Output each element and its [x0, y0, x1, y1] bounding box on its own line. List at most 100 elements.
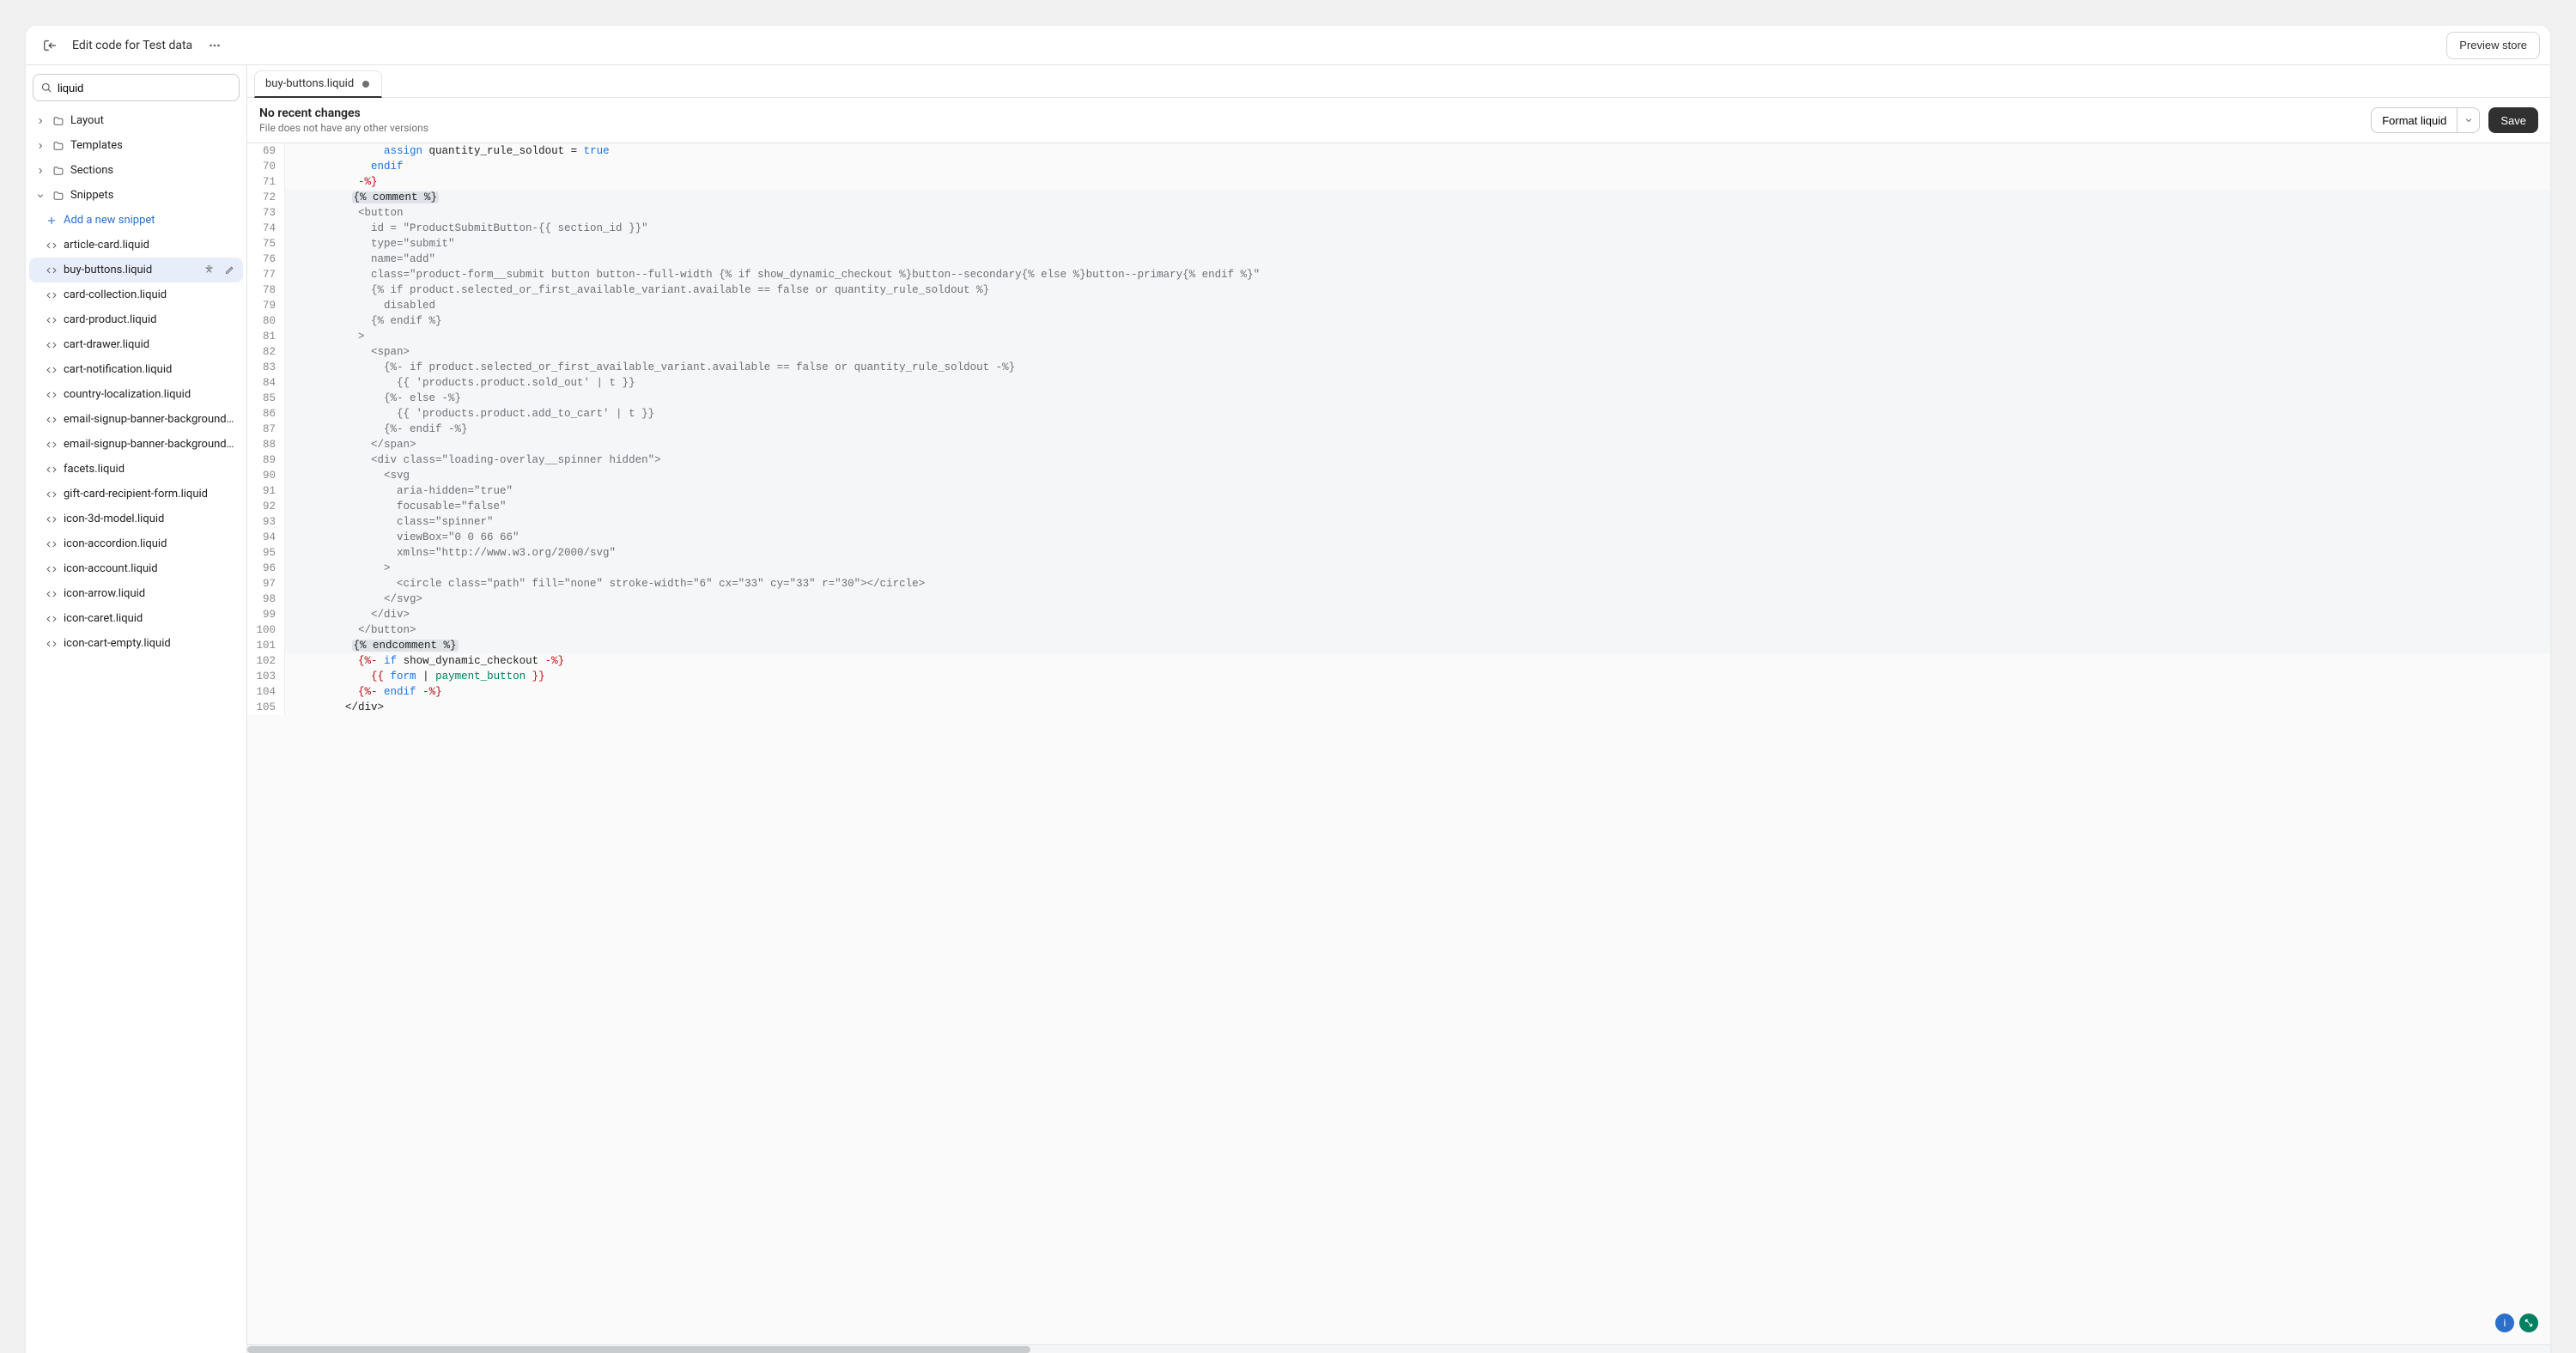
file-row-actions: [200, 262, 238, 279]
code-line[interactable]: 88 </span>: [247, 437, 2550, 452]
code-line[interactable]: 72 {% comment %}: [247, 190, 2550, 205]
save-button[interactable]: Save: [2488, 107, 2538, 133]
horizontal-scrollbar[interactable]: [247, 1344, 2550, 1353]
more-menu-button[interactable]: [201, 32, 228, 59]
app-window: Edit code for Test data Preview store: [26, 26, 2550, 1353]
chevron-right-icon: [34, 142, 46, 150]
search-box[interactable]: [33, 74, 240, 101]
line-number: 87: [247, 422, 285, 437]
code-line[interactable]: 92 focusable="false": [247, 499, 2550, 514]
file-icon-account-liquid[interactable]: icon-account.liquid: [29, 556, 243, 581]
editor-expand-button[interactable]: [2519, 1314, 2538, 1332]
code-line[interactable]: 91 aria-hidden="true": [247, 483, 2550, 499]
file-label: icon-caret.liquid: [64, 612, 238, 625]
code-line[interactable]: 86 {{ 'products.product.add_to_cart' | t…: [247, 406, 2550, 422]
file-facets-liquid[interactable]: facets.liquid: [29, 457, 243, 482]
code-line[interactable]: 95 xmlns="http://www.w3.org/2000/svg": [247, 545, 2550, 561]
code-line[interactable]: 73 <button: [247, 205, 2550, 221]
folder-sections[interactable]: Sections: [29, 158, 243, 183]
line-number: 97: [247, 576, 285, 592]
code-line[interactable]: 76 name="add": [247, 252, 2550, 267]
code-line[interactable]: 84 {{ 'products.product.sold_out' | t }}: [247, 375, 2550, 391]
file-article-card-liquid[interactable]: article-card.liquid: [29, 233, 243, 258]
code-line[interactable]: 94 viewBox="0 0 66 66": [247, 530, 2550, 545]
folder-layout[interactable]: Layout: [29, 108, 243, 133]
code-line[interactable]: 97 <circle class="path" fill="none" stro…: [247, 576, 2550, 592]
line-number: 73: [247, 205, 285, 221]
code-line[interactable]: 71 -%}: [247, 174, 2550, 190]
file-email-signup-banner-background-[interactable]: email-signup-banner-background…: [29, 407, 243, 432]
editor-wrap: 69 assign quantity_rule_soldout = true70…: [247, 143, 2550, 1344]
code-line[interactable]: 80 {% endif %}: [247, 313, 2550, 329]
format-liquid-dropdown[interactable]: [2458, 107, 2480, 133]
code-line[interactable]: 87 {%- endif -%}: [247, 422, 2550, 437]
exit-button[interactable]: [36, 32, 64, 59]
preview-store-button[interactable]: Preview store: [2446, 32, 2540, 59]
file-label: facets.liquid: [64, 463, 238, 476]
code-line[interactable]: 104 {%- endif -%}: [247, 684, 2550, 700]
file-gift-card-recipient-form-liquid[interactable]: gift-card-recipient-form.liquid: [29, 482, 243, 507]
doc-header-subtitle: File does not have any other versions: [259, 122, 2362, 134]
code-line[interactable]: 101 {% endcomment %}: [247, 638, 2550, 653]
folder-templates[interactable]: Templates: [29, 133, 243, 158]
tab-buy-buttons[interactable]: buy-buttons.liquid: [254, 70, 382, 98]
line-number: 70: [247, 159, 285, 174]
file-icon-arrow-liquid[interactable]: icon-arrow.liquid: [29, 581, 243, 606]
editor-info-button[interactable]: i: [2495, 1314, 2514, 1332]
add-snippet-label: Add a new snippet: [64, 214, 238, 227]
file-icon-accordion-liquid[interactable]: icon-accordion.liquid: [29, 531, 243, 556]
code-file-icon: [45, 389, 58, 401]
code-line[interactable]: 83 {%- if product.selected_or_first_avai…: [247, 360, 2550, 375]
rename-file-button[interactable]: [221, 262, 238, 279]
code-line[interactable]: 100 </button>: [247, 622, 2550, 638]
file-tree[interactable]: LayoutTemplatesSectionsSnippets Add a ne…: [26, 108, 246, 1353]
file-card-product-liquid[interactable]: card-product.liquid: [29, 307, 243, 332]
code-line[interactable]: 79 disabled: [247, 298, 2550, 313]
code-line[interactable]: 96 >: [247, 561, 2550, 576]
code-file-icon: [45, 513, 58, 525]
code-line[interactable]: 93 class="spinner": [247, 514, 2550, 530]
code-line[interactable]: 70 endif: [247, 159, 2550, 174]
code-file-icon: [45, 488, 58, 501]
code-line[interactable]: 105 </div>: [247, 700, 2550, 715]
scrollbar-thumb[interactable]: [247, 1346, 1030, 1353]
code-line[interactable]: 102 {%- if show_dynamic_checkout -%}: [247, 653, 2550, 669]
file-card-collection-liquid[interactable]: card-collection.liquid: [29, 282, 243, 307]
code-line[interactable]: 81 >: [247, 329, 2550, 344]
line-number: 104: [247, 684, 285, 700]
code-line[interactable]: 103 {{ form | payment_button }}: [247, 669, 2550, 684]
file-label: gift-card-recipient-form.liquid: [64, 488, 238, 501]
code-line[interactable]: 78 {% if product.selected_or_first_avail…: [247, 282, 2550, 298]
code-line[interactable]: 69 assign quantity_rule_soldout = true: [247, 143, 2550, 159]
delete-file-button[interactable]: [200, 262, 217, 279]
file-icon-3d-model-liquid[interactable]: icon-3d-model.liquid: [29, 507, 243, 531]
file-label: country-localization.liquid: [64, 388, 238, 401]
code-line[interactable]: 75 type="submit": [247, 236, 2550, 252]
search-input[interactable]: [58, 82, 232, 94]
format-liquid-button[interactable]: Format liquid: [2371, 107, 2458, 133]
file-icon-cart-empty-liquid[interactable]: icon-cart-empty.liquid: [29, 631, 243, 656]
code-editor[interactable]: 69 assign quantity_rule_soldout = true70…: [247, 143, 2550, 1344]
code-line[interactable]: 85 {%- else -%}: [247, 391, 2550, 406]
code-line[interactable]: 99 </div>: [247, 607, 2550, 622]
line-number: 92: [247, 499, 285, 514]
file-cart-notification-liquid[interactable]: cart-notification.liquid: [29, 357, 243, 382]
code-line[interactable]: 90 <svg: [247, 468, 2550, 483]
code-line[interactable]: 98 </svg>: [247, 592, 2550, 607]
line-number: 90: [247, 468, 285, 483]
file-country-localization-liquid[interactable]: country-localization.liquid: [29, 382, 243, 407]
line-number: 91: [247, 483, 285, 499]
folder-snippets[interactable]: Snippets: [29, 183, 243, 208]
file-icon-caret-liquid[interactable]: icon-caret.liquid: [29, 606, 243, 631]
file-buy-buttons-liquid[interactable]: buy-buttons.liquid: [29, 258, 243, 282]
code-file-icon: [45, 414, 58, 426]
code-line[interactable]: 82 <span>: [247, 344, 2550, 360]
code-line[interactable]: 89 <div class="loading-overlay__spinner …: [247, 452, 2550, 468]
dots-horizontal-icon: [207, 38, 222, 53]
code-line[interactable]: 74 id = "ProductSubmitButton-{{ section_…: [247, 221, 2550, 236]
file-cart-drawer-liquid[interactable]: cart-drawer.liquid: [29, 332, 243, 357]
add-snippet-button[interactable]: Add a new snippet: [29, 208, 243, 233]
line-number: 85: [247, 391, 285, 406]
code-line[interactable]: 77 class="product-form__submit button bu…: [247, 267, 2550, 282]
file-email-signup-banner-background-[interactable]: email-signup-banner-background…: [29, 432, 243, 457]
